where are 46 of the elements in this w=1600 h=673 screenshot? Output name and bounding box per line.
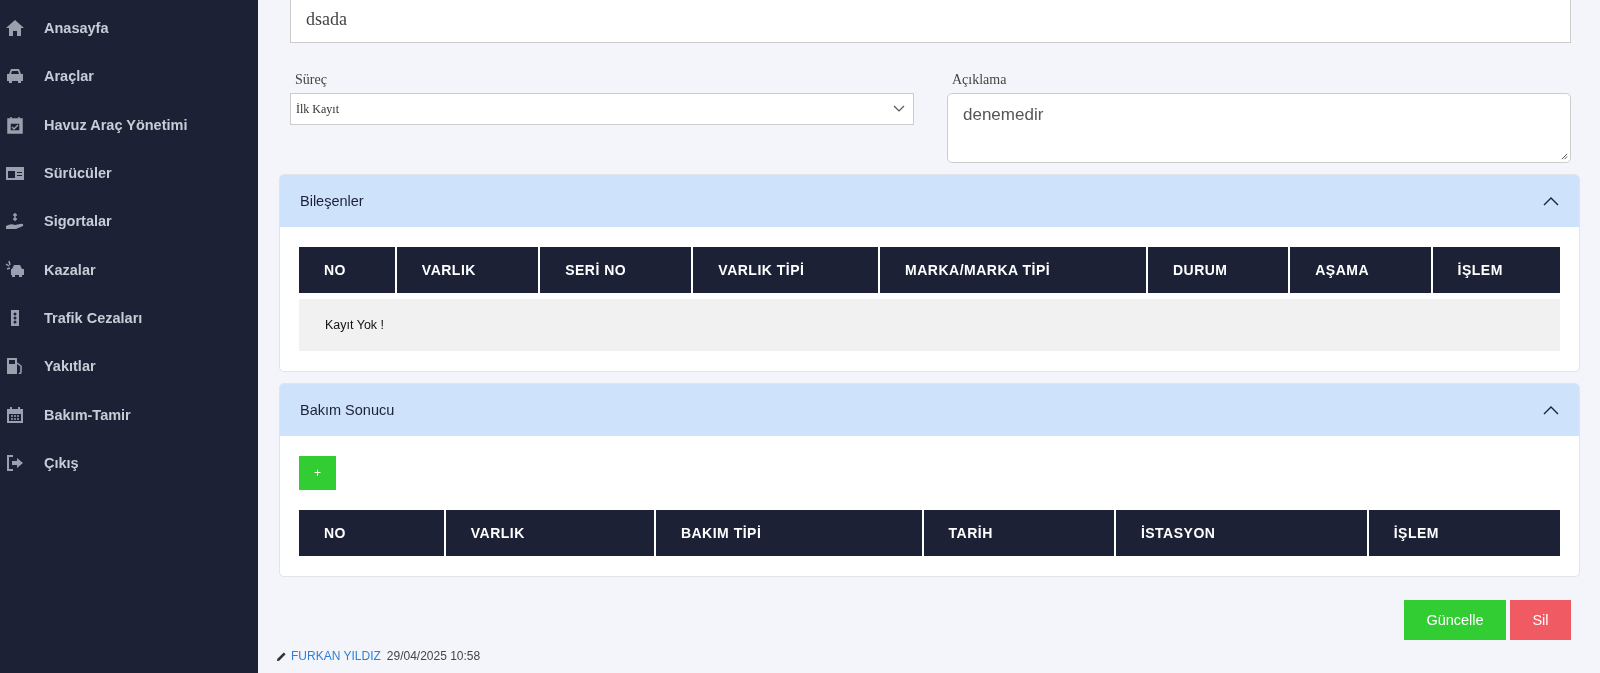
column-header: VARLIK TİPİ bbox=[693, 247, 879, 293]
sidebar-item[interactable]: Araçlar bbox=[0, 52, 258, 101]
description-textarea[interactable]: denemedir bbox=[947, 93, 1571, 163]
fuel-icon bbox=[5, 356, 25, 377]
column-header: İSTASYON bbox=[1115, 510, 1367, 556]
hand-coin-icon bbox=[5, 211, 25, 232]
field-label: Açıklama bbox=[952, 72, 1008, 88]
logout-icon bbox=[5, 452, 25, 473]
calendar-icon bbox=[5, 404, 25, 425]
sidebar-item[interactable]: Trafik Cezaları bbox=[0, 293, 258, 343]
calendar-check-icon bbox=[5, 114, 25, 135]
column-header: DURUM bbox=[1147, 247, 1289, 293]
column-header: VARLIK bbox=[445, 510, 654, 556]
panel-header[interactable]: Bileşenler bbox=[280, 175, 1579, 227]
car-crash-icon bbox=[5, 259, 25, 280]
column-header: NO bbox=[299, 510, 444, 556]
column-header: MARKA/MARKA TİPİ bbox=[880, 247, 1146, 293]
sidebar-item[interactable]: Yakıtlar bbox=[0, 342, 258, 391]
chevron-down-icon bbox=[893, 105, 905, 113]
column-header: VARLIK bbox=[396, 247, 539, 293]
column-header: BAKIM TİPİ bbox=[655, 510, 922, 556]
field-label: Süreç bbox=[295, 72, 328, 88]
sidebar-item[interactable]: Havuz Araç Yönetimi bbox=[0, 100, 258, 149]
text-field[interactable]: dsada bbox=[290, 0, 1571, 43]
process-select[interactable]: İlk Kayıt bbox=[290, 93, 914, 125]
sidebar-item[interactable]: Çıkış bbox=[0, 438, 258, 487]
sidebar-item[interactable]: Sürücüler bbox=[0, 148, 258, 198]
author-link[interactable]: FURKAN YILDIZ bbox=[291, 649, 381, 663]
column-header: AŞAMA bbox=[1290, 247, 1431, 293]
column-header: TARİH bbox=[923, 510, 1114, 556]
column-header: SERİ NO bbox=[540, 247, 692, 293]
column-header: İŞLEM bbox=[1432, 247, 1560, 293]
sidebar-item[interactable]: Bakım-Tamir bbox=[0, 390, 258, 439]
chevron-up-icon[interactable] bbox=[1543, 196, 1559, 206]
sidebar-item[interactable]: Kazalar bbox=[0, 245, 258, 294]
sidebar-item[interactable]: Sigortalar bbox=[0, 197, 258, 246]
timestamp: 29/04/2025 10:58 bbox=[386, 649, 481, 663]
column-header: İŞLEM bbox=[1368, 510, 1560, 556]
panel-header[interactable]: Bakım Sonucu bbox=[280, 384, 1579, 436]
resize-grip-icon bbox=[1561, 153, 1568, 160]
pencil-icon bbox=[276, 650, 287, 662]
column-header: NO bbox=[299, 247, 395, 293]
chevron-up-icon[interactable] bbox=[1543, 405, 1559, 415]
empty-message: Kayıt Yok ! bbox=[325, 318, 385, 332]
sidebar-item[interactable]: Anasayfa bbox=[0, 4, 258, 53]
home-icon bbox=[5, 18, 25, 39]
